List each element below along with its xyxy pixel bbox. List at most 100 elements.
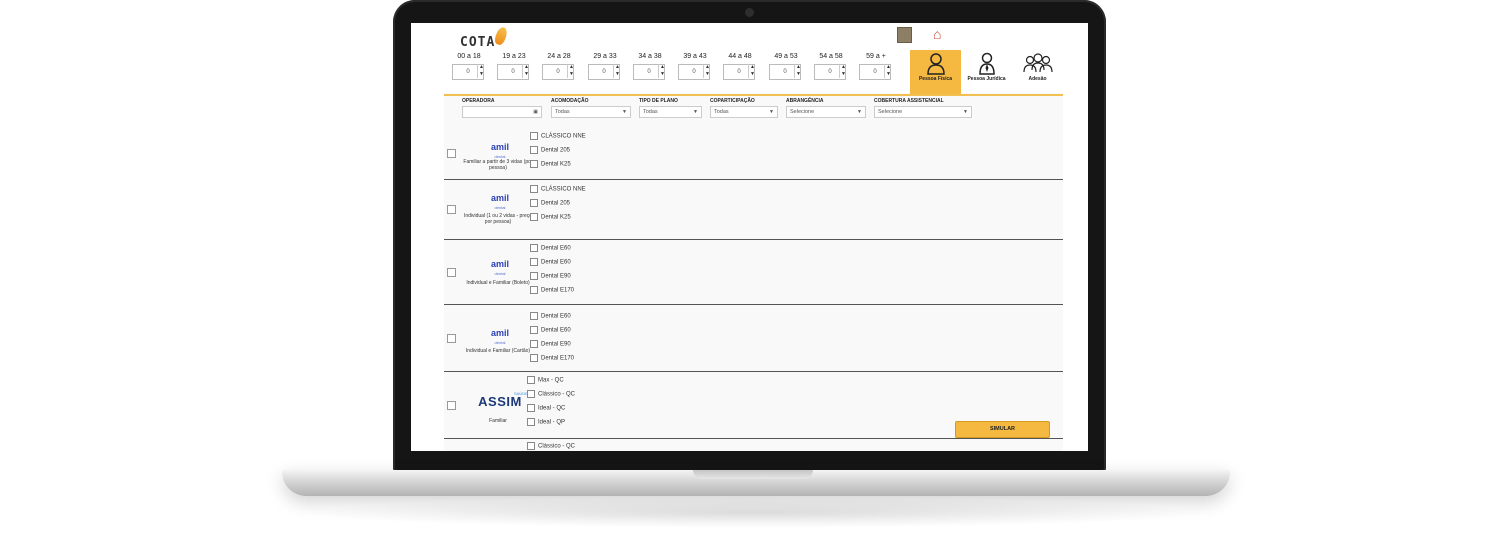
- row-checkbox[interactable]: [447, 205, 456, 214]
- plan-label: Dental K25: [541, 214, 571, 221]
- row-checkbox[interactable]: [447, 334, 456, 343]
- tab-label: Pessoa Jurídica: [967, 76, 1006, 82]
- plan-label: Dental E170: [541, 287, 575, 294]
- filter-value: Todas: [643, 109, 658, 115]
- filter-label: COBERTURA ASSISTENCIAL: [874, 98, 944, 104]
- cota-logo[interactable]: COTA: [460, 35, 495, 50]
- plan-checkbox[interactable]: [530, 160, 538, 168]
- plan-option[interactable]: Dental E60: [530, 326, 571, 335]
- plan-option[interactable]: Clássico - QC: [527, 442, 575, 451]
- row-checkbox[interactable]: [447, 149, 456, 158]
- plan-label: Dental E90: [541, 273, 571, 280]
- plan-option[interactable]: CLÁSSICO NNE: [530, 185, 586, 194]
- operator-logo: amil dental: [470, 254, 530, 276]
- plan-checkbox[interactable]: [527, 404, 535, 412]
- stepper-icon[interactable]: ▲ ▼: [839, 64, 847, 78]
- plan-option[interactable]: Max - QC: [527, 376, 564, 385]
- plan-option[interactable]: Dental K25: [530, 160, 571, 169]
- plan-checkbox[interactable]: [530, 286, 538, 294]
- stepper-icon[interactable]: ▲ ▼: [794, 64, 802, 78]
- home-icon[interactable]: ⌂: [933, 26, 949, 42]
- stepper-icon[interactable]: ▲ ▼: [748, 64, 756, 78]
- plan-label: Dental E170: [541, 355, 575, 362]
- stepper-icon[interactable]: ▲ ▼: [567, 64, 575, 78]
- tab-label: Adesão: [1028, 76, 1047, 82]
- stepper-icon[interactable]: ▲ ▼: [703, 64, 711, 78]
- plan-checkbox[interactable]: [530, 340, 538, 348]
- plan-checkbox[interactable]: [530, 213, 538, 221]
- plan-checkbox[interactable]: [527, 390, 535, 398]
- plan-checkbox[interactable]: [530, 132, 538, 140]
- plan-option[interactable]: Dental E60: [530, 312, 571, 321]
- plan-checkbox[interactable]: [530, 326, 538, 334]
- filter-coparticipacao: COPARTICIPAÇÃO Todas ▼: [710, 98, 778, 118]
- laptop-shadow: [300, 498, 1210, 528]
- operator-desc: Familiar: [489, 418, 507, 424]
- coparticipacao-select[interactable]: Todas ▼: [710, 106, 778, 118]
- operator-desc: Individual (1 ou 2 vidas - preço por pes…: [463, 213, 533, 225]
- document-icon[interactable]: [897, 27, 912, 43]
- plan-option[interactable]: Dental E60: [530, 244, 571, 253]
- top-bar: COTA ⌂ 00 a 18 0 ▲ ▼ 19 a 23 0 ▲ ▼ 24 a 28…: [444, 23, 1063, 95]
- plan-checkbox[interactable]: [530, 272, 538, 280]
- operadora-input[interactable]: ▣: [462, 106, 542, 118]
- filter-label: ABRANGÊNCIA: [786, 98, 824, 104]
- simular-button[interactable]: SIMULAR: [955, 421, 1050, 438]
- row-checkbox[interactable]: [447, 268, 456, 277]
- tab-pessoa-fisica[interactable]: Pessoa Física: [910, 50, 961, 95]
- plan-checkbox[interactable]: [530, 312, 538, 320]
- plan-checkbox[interactable]: [530, 354, 538, 362]
- chevron-down-icon: ▼: [857, 109, 862, 115]
- profile-tabs: Pessoa Física Pessoa Jurídica Adesão: [910, 50, 1063, 95]
- plan-option[interactable]: Dental K25: [530, 213, 571, 222]
- row-checkbox[interactable]: [447, 401, 456, 410]
- cobertura-select[interactable]: Selecione ▼: [874, 106, 972, 118]
- plan-option[interactable]: Clássico - QC: [527, 390, 575, 399]
- tab-pessoa-juridica[interactable]: Pessoa Jurídica: [961, 50, 1012, 95]
- plan-checkbox[interactable]: [527, 442, 535, 450]
- plan-checkbox[interactable]: [530, 199, 538, 207]
- plan-option[interactable]: CLÁSSICO NNE: [530, 132, 586, 141]
- plan-option[interactable]: Dental E90: [530, 272, 571, 281]
- age-group: 44 a 48 0 ▲ ▼: [720, 53, 760, 80]
- operator-name: amil: [490, 142, 509, 152]
- plan-option[interactable]: Dental 205: [530, 199, 570, 208]
- plan-checkbox[interactable]: [530, 258, 538, 266]
- abrangencia-select[interactable]: Selecione ▼: [786, 106, 866, 118]
- plan-checkbox[interactable]: [527, 376, 535, 384]
- acomodacao-select[interactable]: Todas ▼: [551, 106, 631, 118]
- plan-label: CLÁSSICO NNE: [541, 186, 586, 193]
- operator-sub: dental: [494, 205, 506, 210]
- operator-desc: Familiar a partir de 3 vidas (por pessoa…: [463, 159, 533, 171]
- operator-sub: dental: [494, 271, 506, 276]
- tab-adesao[interactable]: Adesão: [1012, 50, 1063, 95]
- stepper-icon[interactable]: ▲ ▼: [613, 64, 621, 78]
- stepper-icon[interactable]: ▲ ▼: [658, 64, 666, 78]
- age-group: 39 a 43 0 ▲ ▼: [675, 53, 715, 80]
- filter-operadora: OPERADORA ▣: [462, 98, 542, 118]
- age-group: 00 a 18 0 ▲ ▼: [449, 53, 489, 80]
- plan-option[interactable]: Dental 205: [530, 146, 570, 155]
- plan-label: Ideal - QC: [538, 405, 566, 412]
- tipo-plano-select[interactable]: Todas ▼: [639, 106, 702, 118]
- plan-checkbox[interactable]: [530, 244, 538, 252]
- stepper-icon[interactable]: ▲ ▼: [884, 64, 892, 78]
- logo-flame-icon: [493, 25, 509, 47]
- plan-option[interactable]: Dental E60: [530, 258, 571, 267]
- stepper-icon[interactable]: ▲ ▼: [477, 64, 485, 78]
- plan-checkbox[interactable]: [530, 185, 538, 193]
- quote-app: COTA ⌂ 00 a 18 0 ▲ ▼ 19 a 23 0 ▲ ▼ 24 a 28…: [444, 23, 1063, 451]
- stepper-icon[interactable]: ▲ ▼: [522, 64, 530, 78]
- plan-option[interactable]: Dental E170: [530, 354, 574, 363]
- plan-checkbox[interactable]: [530, 146, 538, 154]
- plan-option[interactable]: Ideal - QC: [527, 404, 565, 413]
- plan-label: Max - QC: [538, 377, 564, 384]
- plan-option[interactable]: Dental E170: [530, 286, 574, 295]
- filter-value: Todas: [555, 109, 570, 115]
- plan-option[interactable]: Dental E90: [530, 340, 571, 349]
- plan-option[interactable]: Ideal - QP: [527, 418, 565, 427]
- operator-name: ASSIM: [478, 394, 522, 409]
- group-icon: [1022, 53, 1053, 73]
- calendar-icon: ▣: [533, 109, 538, 115]
- plan-checkbox[interactable]: [527, 418, 535, 426]
